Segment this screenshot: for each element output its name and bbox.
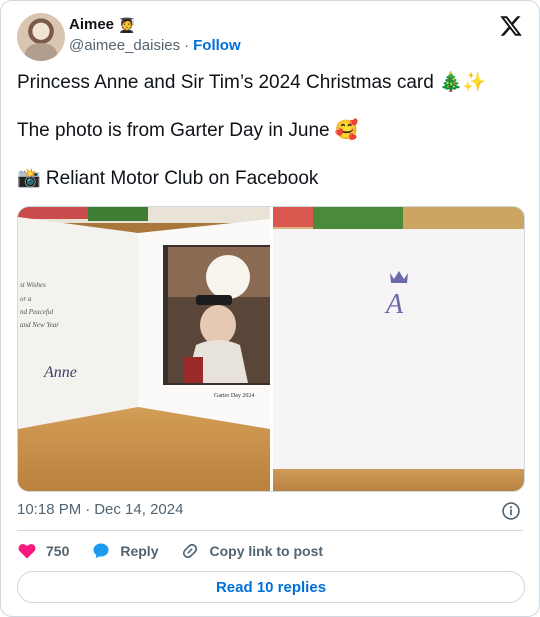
post-time: 10:18 PM <box>17 501 82 518</box>
x-logo-icon[interactable] <box>499 14 523 38</box>
copy-link-label: Copy link to post <box>209 543 324 559</box>
copy-link-button[interactable]: Copy link to post <box>180 541 323 561</box>
card-inside-image: Garter Day 2024 st Wishes or a nd Peacef… <box>18 207 270 491</box>
read-replies-button[interactable]: Read 10 replies <box>17 571 525 603</box>
handle-separator: · <box>184 37 190 54</box>
greeting-line-2: or a <box>20 295 32 303</box>
media-grid: Garter Day 2024 st Wishes or a nd Peacef… <box>17 206 525 492</box>
link-icon <box>183 543 198 559</box>
reply-button[interactable]: Reply <box>91 541 158 561</box>
tweet-text: Princess Anne and Sir Tim’s 2024 Christm… <box>17 71 525 215</box>
heart-icon <box>18 544 36 559</box>
speech-bubble-icon <box>93 543 109 559</box>
tweet-embed-card: Aimee 🧑‍🎓 @aimee_daisies · Follow Prince… <box>0 0 540 617</box>
card-front-image: A <box>273 207 524 491</box>
divider <box>17 530 523 531</box>
tweet-line-3: 📸 Reliant Motor Club on Facebook <box>17 168 319 189</box>
greeting-line-3: nd Peaceful <box>20 308 53 316</box>
greeting-line-4: and New Year <box>20 321 59 329</box>
greeting-line-1: st Wishes <box>20 281 46 289</box>
follow-link[interactable]: Follow <box>193 37 241 54</box>
christmas-card-monogram-photo[interactable]: A <box>273 207 524 491</box>
tweet-line-1: Princess Anne and Sir Tim’s 2024 Christm… <box>17 72 487 93</box>
author-name-row: Aimee 🧑‍🎓 <box>69 16 135 33</box>
card-signature: Anne <box>43 364 77 381</box>
avatar[interactable] <box>17 13 65 61</box>
info-icon[interactable] <box>501 501 521 521</box>
tweet-line-2: The photo is from Garter Day in June 🥰 <box>17 120 359 141</box>
timestamp-separator: · <box>85 501 91 518</box>
post-date: Dec 14, 2024 <box>94 501 184 518</box>
graduate-emoji-icon: 🧑‍🎓 <box>118 16 136 33</box>
christmas-card-inside-photo[interactable]: Garter Day 2024 st Wishes or a nd Peacef… <box>18 207 270 491</box>
timestamp-row[interactable]: 10:18 PM · Dec 14, 2024 <box>17 501 183 518</box>
author-handle[interactable]: @aimee_daisies <box>69 37 180 54</box>
reply-label: Reply <box>120 543 159 559</box>
action-bar: 750 Reply Copy link to post <box>17 541 345 561</box>
author-display-name[interactable]: Aimee <box>69 16 114 33</box>
author-handle-row: @aimee_daisies · Follow <box>69 37 241 54</box>
photo-caption: Garter Day 2024 <box>214 393 254 399</box>
card-monogram: A <box>384 289 404 320</box>
like-count: 750 <box>46 543 70 559</box>
like-button[interactable]: 750 <box>17 541 69 561</box>
